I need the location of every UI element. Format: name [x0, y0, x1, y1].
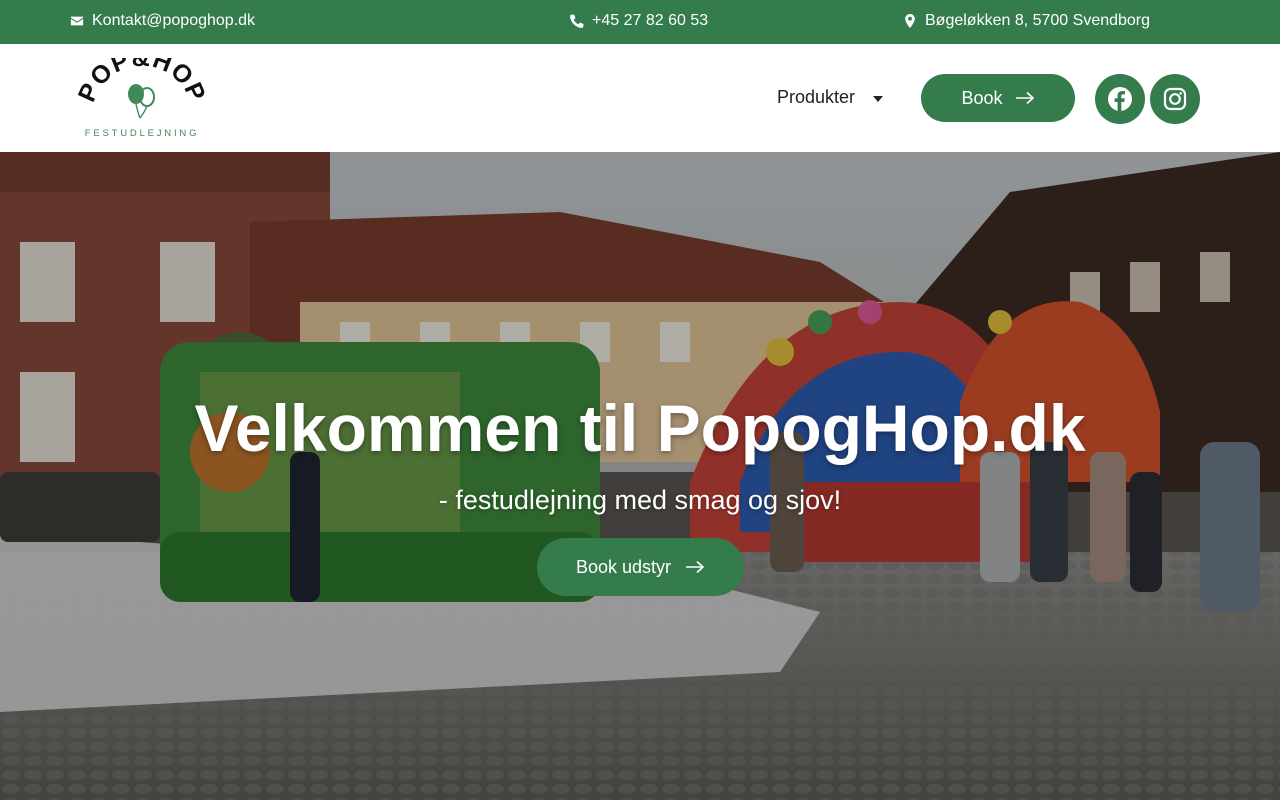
- contact-address[interactable]: Bøgeløkken 8, 5700 Svendborg: [903, 12, 1150, 30]
- contact-phone-text: +45 27 82 60 53: [592, 12, 709, 29]
- top-info-bar: Kontakt@popoghop.dk +45 27 82 60 53 Bøge…: [0, 0, 1280, 44]
- book-udstyr-button[interactable]: Book udstyr: [537, 538, 744, 596]
- nav-produkter-label: Produkter: [777, 87, 856, 107]
- pophop-logo-graphic: POP&HOP FESTUDLEJNING: [73, 44, 211, 139]
- arrow-right-icon: [1015, 91, 1034, 105]
- hero-subtitle: - festudlejning med smag og sjov!: [438, 485, 842, 515]
- site-header: POP&HOP FESTUDLEJNING Produkter Book: [0, 44, 1280, 152]
- contact-email-text: Kontakt@popoghop.dk: [92, 12, 256, 29]
- phone-icon: [570, 14, 584, 28]
- book-udstyr-label: Book udstyr: [575, 556, 672, 577]
- map-pin-icon: [905, 14, 915, 28]
- caret-down-icon: [873, 95, 884, 102]
- hero-title: Velkommen til PopogHop.dk: [194, 391, 1086, 465]
- nav-produkter-dropdown[interactable]: Produkter: [777, 87, 884, 108]
- instagram-icon: [1163, 87, 1187, 111]
- contact-phone[interactable]: +45 27 82 60 53: [570, 12, 708, 30]
- contact-email[interactable]: Kontakt@popoghop.dk: [70, 12, 255, 30]
- hero-dark-overlay: [0, 152, 1280, 800]
- instagram-link[interactable]: [1150, 74, 1200, 124]
- svg-text:FESTUDLEJNING: FESTUDLEJNING: [85, 128, 200, 139]
- arrow-right-icon: [686, 560, 705, 574]
- envelope-icon: [70, 16, 84, 26]
- facebook-link[interactable]: [1095, 74, 1145, 124]
- site-logo[interactable]: POP&HOP FESTUDLEJNING: [73, 44, 211, 140]
- hero-section: Velkommen til PopogHop.dk - festudlejnin…: [0, 152, 1280, 800]
- book-button-label: Book: [961, 87, 1003, 108]
- facebook-icon: [1108, 87, 1132, 111]
- contact-address-text: Bøgeløkken 8, 5700 Svendborg: [925, 12, 1151, 29]
- book-button[interactable]: Book: [921, 74, 1075, 122]
